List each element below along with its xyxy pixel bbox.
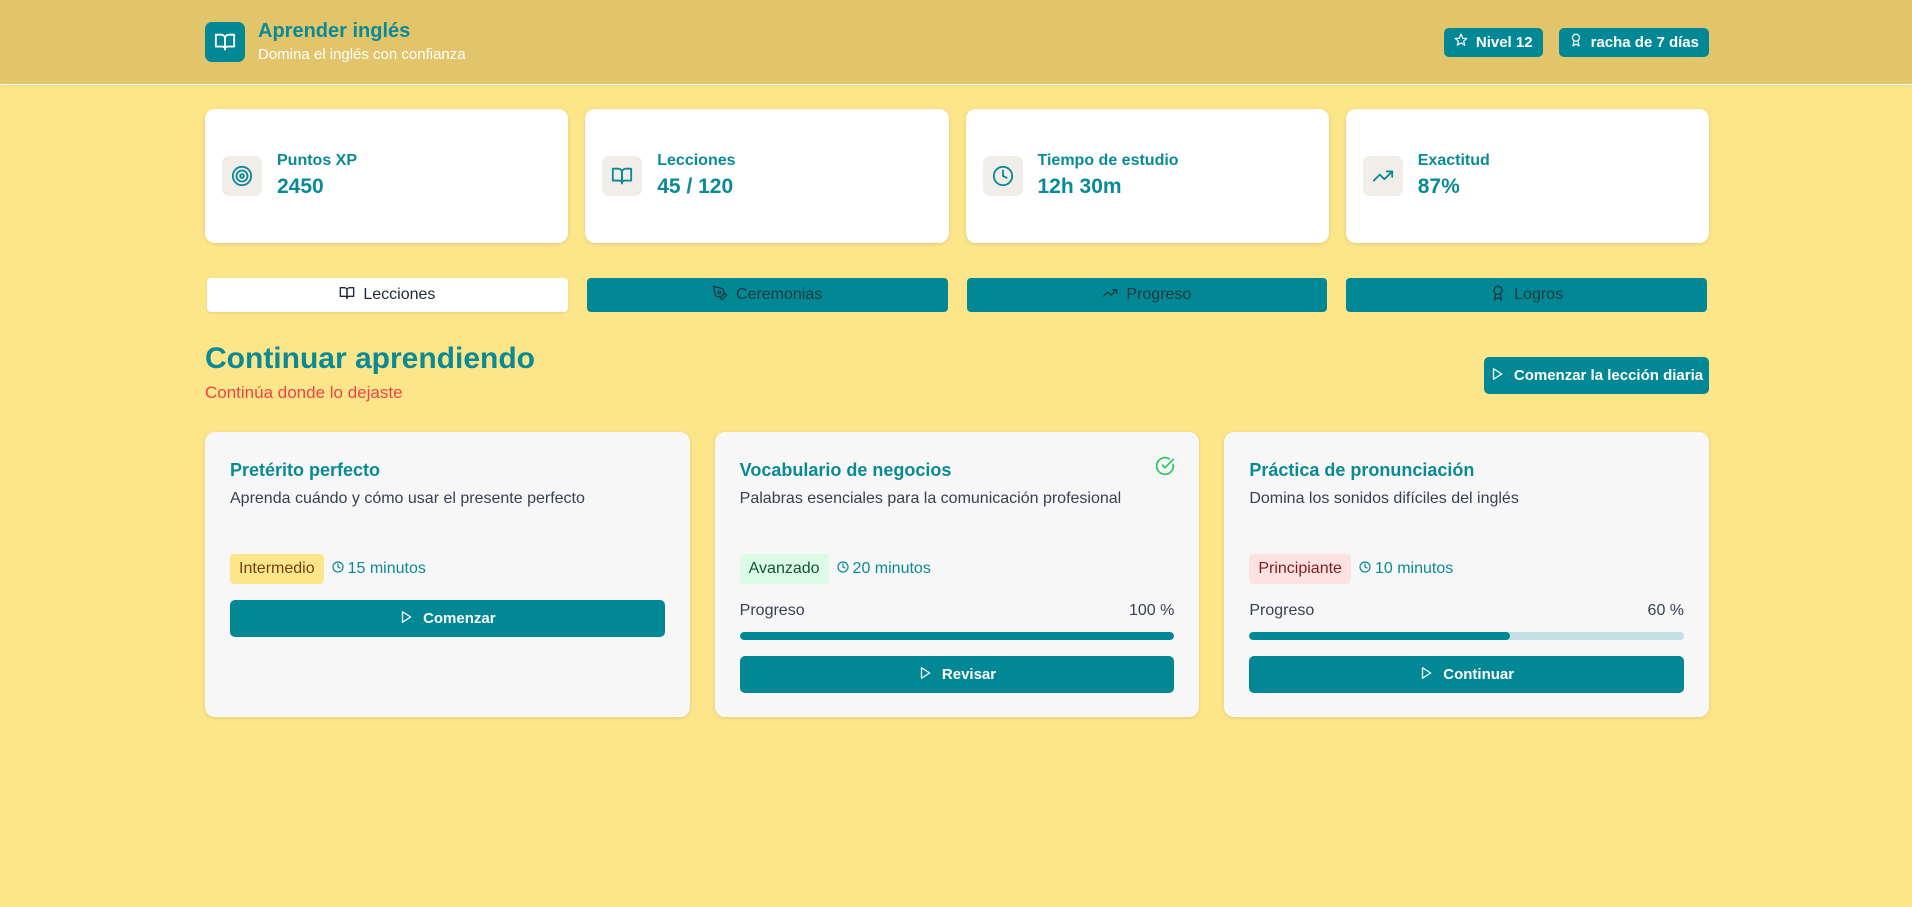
streak-badge: racha de 7 días [1558,27,1709,57]
duration: 20 minutos [836,560,931,578]
lesson-description: Palabras esenciales para la comunicación… [739,490,1122,507]
stat-label: Exactitud [1417,152,1490,169]
tab-logros[interactable]: Logros [1346,278,1707,312]
app-header: Aprender inglés Domina el inglés con con… [0,0,1912,85]
book-open-icon [205,22,245,62]
lesson-description: Aprenda cuándo y cómo usar el presente p… [230,490,585,507]
start-daily-lesson-button[interactable]: Comenzar la lección diaria [1484,357,1709,394]
stats-row: Puntos XP 2450 Lecciones 45 / 120 Tiempo… [205,109,1709,243]
lesson-cards: Pretérito perfecto Aprenda cuándo y cómo… [205,432,1710,717]
duration-label: 20 minutos [852,560,931,577]
stat-card-time: Tiempo de estudio 12h 30m [965,109,1329,243]
level-badge: Avanzado [739,554,829,584]
clock-icon [1359,560,1371,578]
play-icon [918,666,932,684]
level-badge-label: Nivel 12 [1475,33,1533,51]
section-title: Continuar aprendiendo [205,342,535,375]
play-icon [1419,666,1433,684]
progress-row: Progreso 100 % [740,602,1175,620]
tab-label: Logros [1514,286,1564,303]
pen-tool-icon [712,285,728,306]
stat-label: Puntos XP [277,152,358,169]
stat-value: 12h 30m [1037,175,1122,198]
lesson-title: Vocabulario de negocios [739,460,952,480]
level-badge: Principiante [1249,554,1351,584]
progress-bar-fill [1249,632,1511,640]
tab-bar: Lecciones Ceremonias Progreso Logros [207,278,1707,312]
clock-icon [331,560,344,578]
stat-card-lessons: Lecciones 45 / 120 [585,109,949,243]
stat-card-accuracy: Exactitud 87% [1345,109,1709,243]
brand[interactable]: Aprender inglés Domina el inglés con con… [205,19,466,65]
lesson-description: Domina los sonidos difíciles del inglés [1249,490,1519,507]
progress-bar-fill [739,632,1175,640]
clock-icon [982,156,1023,196]
lesson-title: Pretérito perfecto [230,460,381,480]
tab-label: Ceremonias [735,286,823,303]
clock-icon [836,560,849,578]
daily-button-label: Comenzar la lección diaria [1513,367,1704,384]
check-circle-icon [1155,456,1175,481]
lesson-card: Pretérito perfecto Aprenda cuándo y cómo… [205,432,690,717]
section-subtitle: Continúa donde lo dejaste [205,383,403,402]
button-label: Revisar [941,666,997,683]
stat-label: Tiempo de estudio [1037,152,1179,169]
duration: 10 minutos [1359,560,1453,578]
tab-ceremonias[interactable]: Ceremonias [586,278,948,312]
book-icon [339,285,355,306]
play-icon [1490,367,1504,385]
tab-label: Lecciones [363,286,436,303]
level-badge: Intermedio [230,554,324,584]
award-icon [1569,33,1583,51]
progress-bar [1249,632,1685,640]
lesson-card: Vocabulario de negocios Palabras esencia… [714,432,1200,717]
review-lesson-button[interactable]: Revisar [739,656,1175,693]
button-label: Comenzar [423,610,496,627]
progress-bar [739,632,1175,640]
tab-lecciones[interactable]: Lecciones [207,278,568,312]
start-lesson-button[interactable]: Comenzar [230,600,665,637]
target-icon [222,156,262,196]
lesson-title: Práctica de pronunciación [1249,460,1475,480]
trending-up-icon [1102,285,1118,306]
trending-up-icon [1362,156,1403,196]
app-title: Aprender inglés [258,20,411,42]
stat-card-xp: Puntos XP 2450 [205,109,569,243]
tab-progreso[interactable]: Progreso [966,278,1328,312]
level-badge: Nivel 12 [1443,27,1543,57]
stat-value: 45 / 120 [657,175,734,198]
stat-value: 2450 [277,175,324,198]
lesson-card: Práctica de pronunciación Domina los son… [1224,432,1710,717]
duration-label: 15 minutos [347,560,426,577]
progress-label: Progreso [1249,602,1315,619]
progress-row: Progreso 60 % [1249,602,1684,620]
award-icon [1490,285,1506,306]
continue-lesson-button[interactable]: Continuar [1249,656,1685,693]
app-subtitle: Domina el inglés con confianza [258,46,466,63]
tab-label: Progreso [1126,286,1192,303]
book-icon [602,156,643,196]
play-icon [399,610,413,628]
progress-label: Progreso [739,602,805,619]
streak-badge-label: racha de 7 días [1590,33,1699,51]
duration-label: 10 minutos [1374,560,1454,577]
stat-label: Lecciones [657,152,736,169]
button-label: Continuar [1443,666,1515,683]
progress-value: 100 % [1128,602,1175,619]
duration: 15 minutos [331,560,426,578]
progress-value: 60 % [1647,602,1685,619]
stat-value: 87% [1417,175,1460,198]
star-icon [1454,33,1468,51]
